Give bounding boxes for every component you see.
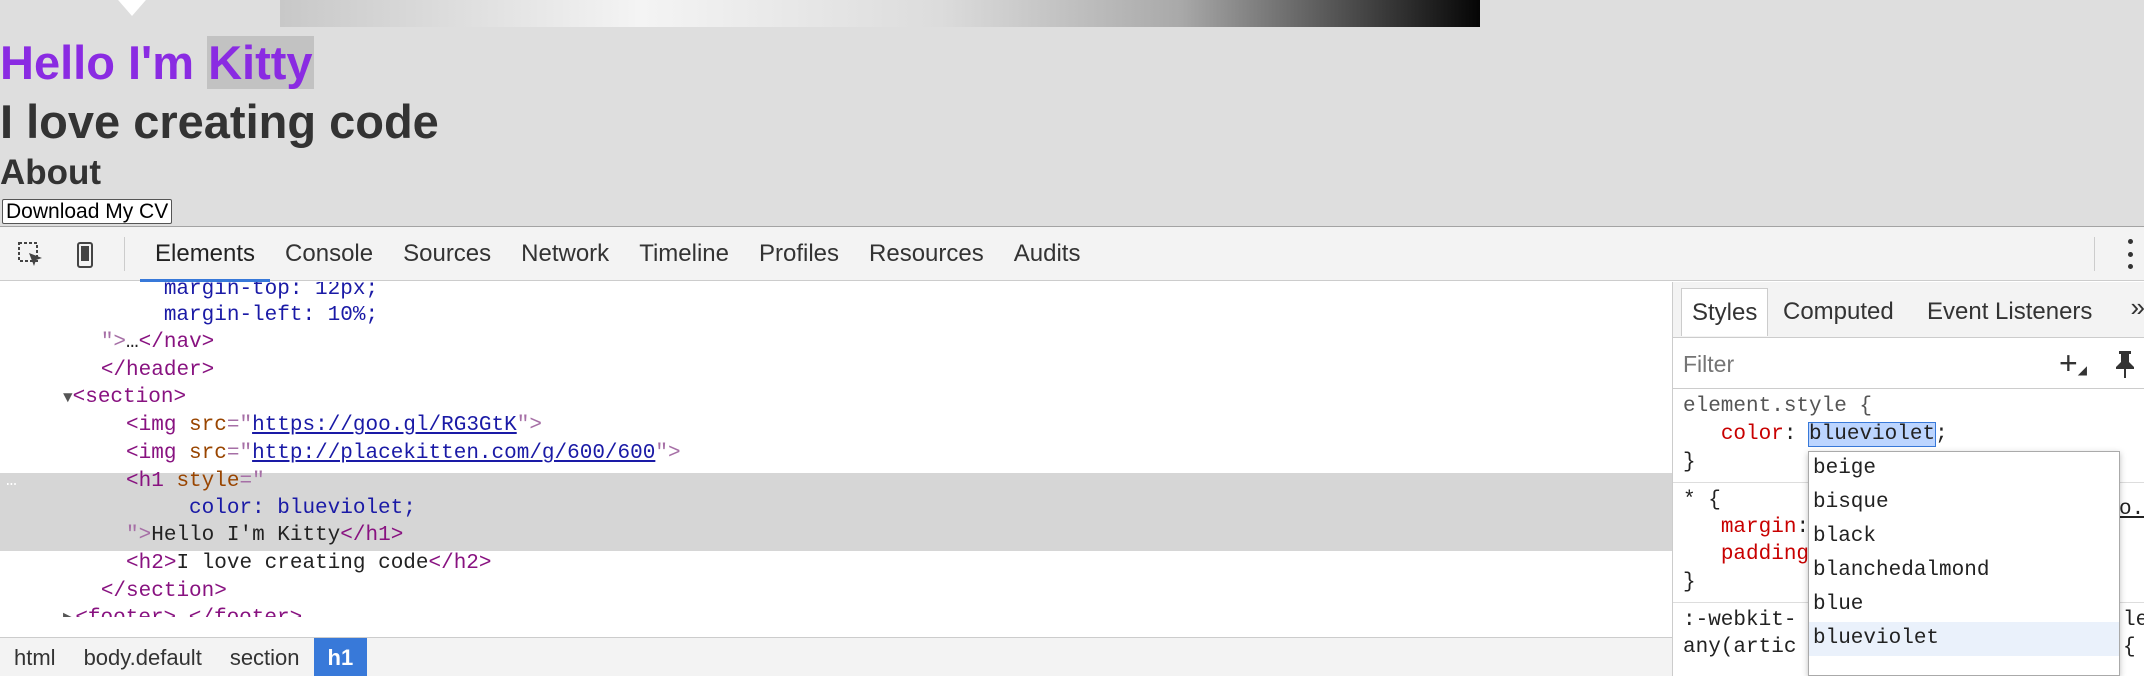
expand-triangle-icon[interactable]: ▶ bbox=[63, 610, 75, 617]
page-heading: Hello I'm Kitty bbox=[0, 36, 314, 89]
more-tabs-icon[interactable]: » bbox=[2131, 292, 2144, 323]
section-title: About bbox=[0, 153, 102, 192]
more-menu-icon[interactable] bbox=[2124, 239, 2136, 269]
rule-close: } bbox=[1683, 451, 1696, 474]
tree-line[interactable]: ▼<section> bbox=[0, 384, 1672, 412]
page-preview: Hello I'm Kitty I love creating code Abo… bbox=[0, 0, 2144, 226]
elements-tree[interactable]: … margin-top: 12px; margin-left: 10%; ">… bbox=[0, 282, 1672, 617]
autocomplete-option[interactable]: bisque bbox=[1809, 486, 2119, 520]
autocomplete-option-selected[interactable]: blueviolet bbox=[1809, 622, 2119, 656]
breadcrumb-section[interactable]: section bbox=[216, 638, 314, 676]
style-rule-selector: element.style { bbox=[1683, 395, 1873, 418]
tree-line: margin-top: 12px; bbox=[163, 282, 379, 301]
tree-line[interactable]: <h2>I love creating code</h2> bbox=[0, 550, 1672, 578]
autocomplete-option[interactable]: beige bbox=[1809, 452, 2119, 486]
tab-audits[interactable]: Audits bbox=[999, 227, 1096, 281]
tree-line[interactable]: <img src="https://goo.gl/RG3GtK"> bbox=[0, 412, 1672, 440]
style-declaration[interactable]: color: blueviolet; bbox=[1683, 421, 1948, 449]
collapse-triangle-icon[interactable]: ▼ bbox=[63, 389, 73, 407]
rule-close: } bbox=[1683, 571, 1696, 594]
style-declaration[interactable]: padding bbox=[1683, 541, 1809, 569]
inspect-element-icon[interactable] bbox=[16, 241, 46, 269]
style-rule-selector: * { bbox=[1683, 489, 1721, 512]
tree-line[interactable]: </section> bbox=[0, 578, 1672, 606]
logo-icon bbox=[118, 0, 146, 16]
autocomplete-option[interactable]: blanchedalmond bbox=[1809, 554, 2119, 588]
tab-resources[interactable]: Resources bbox=[854, 227, 999, 281]
tree-line-selected[interactable]: color: blueviolet; bbox=[0, 495, 1672, 523]
tab-profiles[interactable]: Profiles bbox=[744, 227, 854, 281]
color-value-editor[interactable]: blueviolet bbox=[1808, 422, 1937, 447]
tree-line[interactable]: <img src="http://placekitten.com/g/600/6… bbox=[0, 440, 1672, 468]
breadcrumb: html body.default section h1 bbox=[0, 637, 1672, 676]
style-rule-selector: { bbox=[2123, 636, 2136, 659]
styles-filter-input[interactable] bbox=[1683, 347, 2023, 381]
img-src-link[interactable]: http://placekitten.com/g/600/600 bbox=[252, 442, 655, 465]
tab-elements[interactable]: Elements bbox=[140, 227, 271, 282]
tab-timeline[interactable]: Timeline bbox=[624, 227, 744, 281]
tab-computed[interactable]: Computed bbox=[1773, 288, 1904, 336]
tree-line[interactable]: ">…</nav> bbox=[0, 329, 1672, 357]
new-style-rule-button[interactable]: +◢ bbox=[2059, 345, 2087, 388]
styles-tabs: Styles Computed Event Listeners » bbox=[1673, 282, 2144, 338]
heading-highlight: Kitty bbox=[207, 36, 314, 89]
tree-line-selected[interactable]: <h1 style=" bbox=[0, 468, 1672, 496]
toolbar-divider bbox=[2094, 237, 2095, 271]
devtools-toolbar: Elements Console Sources Network Timelin… bbox=[0, 227, 2144, 282]
style-source-link[interactable]: o. bbox=[2119, 496, 2144, 524]
device-mode-icon[interactable] bbox=[70, 241, 100, 269]
breadcrumb-body[interactable]: body.default bbox=[70, 638, 216, 676]
devtools-tabs: Elements Console Sources Network Timelin… bbox=[140, 227, 1096, 282]
tab-styles[interactable]: Styles bbox=[1681, 288, 1769, 336]
styles-filter-row: +◢ bbox=[1673, 339, 2144, 389]
tab-console[interactable]: Console bbox=[270, 227, 388, 281]
style-rule-selector: :-webkit- bbox=[1683, 609, 1797, 632]
breadcrumb-h1[interactable]: h1 bbox=[313, 638, 368, 676]
tree-line[interactable]: </header> bbox=[0, 357, 1672, 385]
tree-line: margin-left: 10%; bbox=[163, 304, 379, 327]
autocomplete-option[interactable]: blue bbox=[1809, 588, 2119, 622]
banner-image bbox=[280, 0, 1480, 27]
tree-line-selected[interactable]: ">Hello I'm Kitty</h1> bbox=[0, 522, 1672, 550]
tab-sources[interactable]: Sources bbox=[388, 227, 506, 281]
color-autocomplete-dropdown: beige bisque black blanchedalmond blue b… bbox=[1808, 451, 2120, 676]
img-src-link[interactable]: https://goo.gl/RG3GtK bbox=[252, 414, 517, 437]
toolbar-divider bbox=[124, 237, 125, 271]
pin-icon[interactable] bbox=[2111, 349, 2139, 379]
page-subheading: I love creating code bbox=[0, 95, 439, 148]
download-cv-button[interactable]: Download My CV bbox=[2, 199, 173, 224]
tab-network[interactable]: Network bbox=[506, 227, 624, 281]
tab-event-listeners[interactable]: Event Listeners bbox=[1917, 288, 2102, 336]
style-declaration[interactable]: margin: bbox=[1683, 514, 1809, 542]
autocomplete-option[interactable]: black bbox=[1809, 520, 2119, 554]
style-rule-selector: le bbox=[2123, 609, 2144, 632]
breadcrumb-html[interactable]: html bbox=[0, 638, 70, 676]
style-rule-selector: any(artic bbox=[1683, 636, 1797, 659]
tree-line[interactable]: ▶<footer>…</footer> bbox=[0, 605, 1672, 617]
